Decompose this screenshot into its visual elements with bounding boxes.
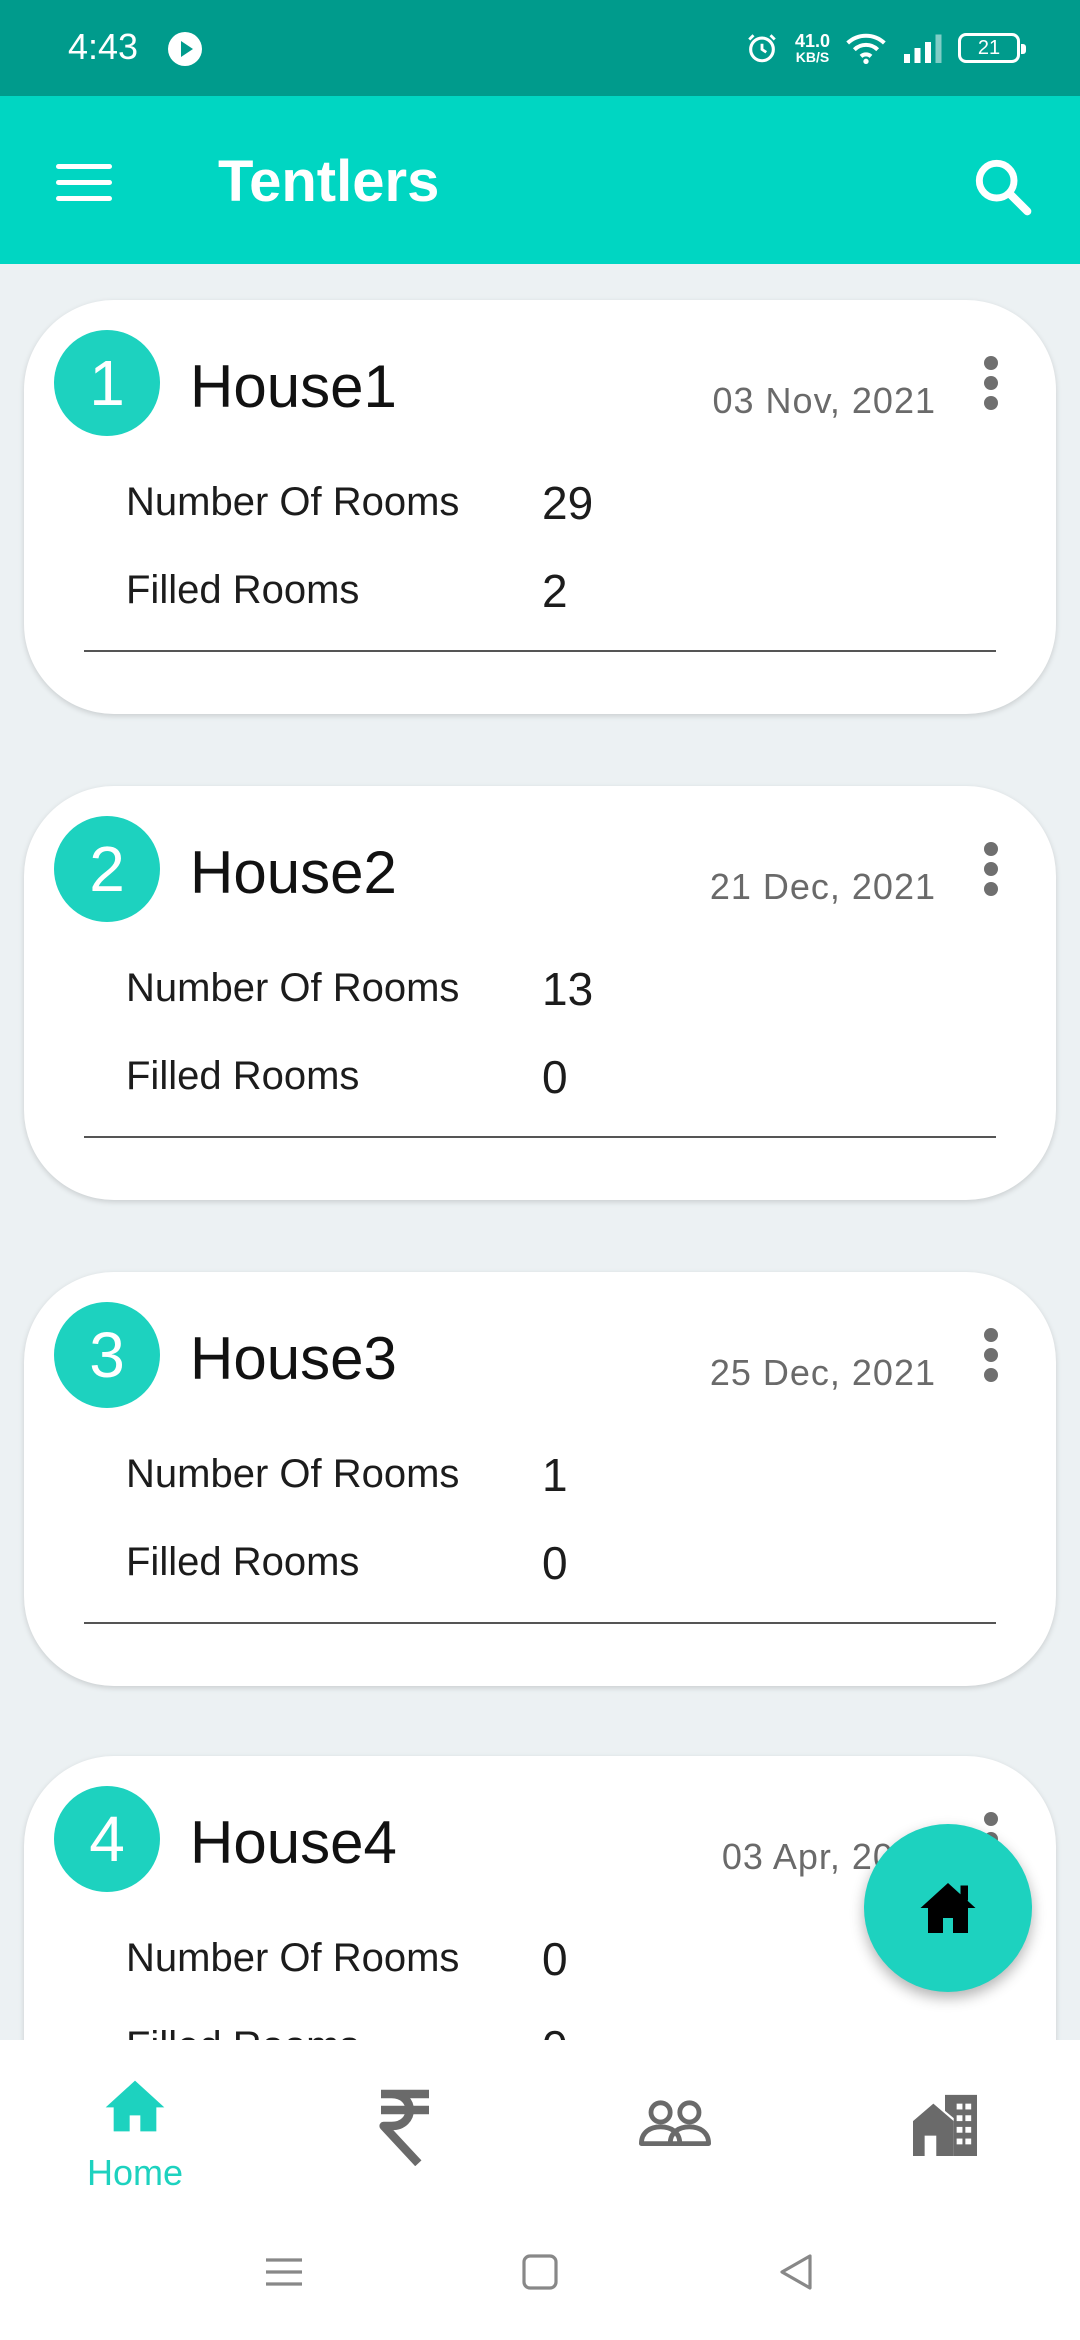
house-index-badge: 3	[54, 1302, 160, 1408]
rooms-value: 0	[542, 1933, 568, 1985]
nav-item-tenants[interactable]	[540, 2040, 810, 2216]
network-speed-unit: KB/S	[795, 49, 830, 65]
status-indicators: 41.0 KB/S 21	[745, 24, 1026, 72]
alarm-icon	[748, 34, 776, 63]
menu-icon[interactable]	[56, 164, 112, 201]
rooms-value: 1	[542, 1449, 568, 1501]
wifi-icon	[846, 33, 886, 64]
house-date: 03 Nov, 2021	[712, 380, 936, 421]
media-playing-icon	[168, 32, 202, 66]
more-options-icon[interactable]	[984, 842, 998, 896]
rooms-label: Number Of Rooms	[126, 966, 460, 1010]
rooms-label: Number Of Rooms	[126, 1452, 460, 1496]
card-divider	[84, 1622, 996, 1624]
system-navigation-bar	[0, 2216, 1080, 2340]
bottom-navigation: Home	[0, 2040, 1080, 2216]
add-house-fab[interactable]	[864, 1824, 1032, 1992]
more-options-icon[interactable]	[984, 1328, 998, 1382]
more-options-icon[interactable]	[984, 356, 998, 410]
house-index-badge: 2	[54, 816, 160, 922]
house-card[interactable]: 1 House1 03 Nov, 2021 Number Of Rooms 29…	[24, 300, 1056, 714]
home-icon	[105, 2080, 165, 2132]
rooms-value: 29	[542, 477, 594, 529]
filled-rooms-value: 0	[542, 1537, 568, 1589]
card-divider	[84, 1136, 996, 1138]
house-name: House2	[190, 839, 397, 906]
filled-rooms-label: Filled Rooms	[126, 1054, 360, 1098]
nav-label-home: Home	[86, 2152, 184, 2193]
buildings-icon	[913, 2094, 977, 2156]
back-icon[interactable]	[776, 2252, 816, 2292]
status-time: 4:43	[68, 26, 139, 67]
nav-item-properties[interactable]	[810, 2040, 1080, 2216]
app-title: Tentlers	[218, 149, 440, 214]
status-bar: 4:43 41.0 KB/S 21	[0, 0, 1080, 96]
house-name: House1	[190, 353, 397, 420]
search-icon[interactable]	[970, 154, 1034, 218]
rupee-icon	[379, 2089, 429, 2166]
card-divider	[84, 650, 996, 652]
filled-rooms-label: Filled Rooms	[126, 1540, 360, 1584]
house-list[interactable]: 1 House1 03 Nov, 2021 Number Of Rooms 29…	[0, 264, 1080, 2040]
house-date: 25 Dec, 2021	[709, 1352, 936, 1393]
people-icon	[639, 2100, 711, 2146]
filled-rooms-label: Filled Rooms	[126, 568, 360, 612]
filled-rooms-value: 0	[542, 1051, 568, 1103]
rooms-value: 13	[542, 963, 594, 1015]
rooms-label: Number Of Rooms	[126, 480, 460, 524]
nav-item-home[interactable]: Home	[0, 2040, 270, 2216]
house-index-badge: 4	[54, 1786, 160, 1892]
recent-apps-icon[interactable]	[264, 2252, 304, 2292]
house-card[interactable]: 3 House3 25 Dec, 2021 Number Of Rooms 1 …	[24, 1272, 1056, 1686]
nav-item-payments[interactable]	[270, 2040, 540, 2216]
filled-rooms-value: 2	[542, 565, 568, 617]
signal-icon	[904, 34, 942, 63]
house-name: House3	[190, 1325, 397, 1392]
home-button-icon[interactable]	[520, 2252, 560, 2292]
house-index-badge: 1	[54, 330, 160, 436]
network-speed-value: 41.0	[794, 31, 830, 51]
network-speed: 41.0 KB/S	[795, 32, 830, 64]
filled-rooms-label: Filled Rooms	[126, 2024, 359, 2040]
rooms-label: Number Of Rooms	[126, 1936, 460, 1980]
app-bar: Tentlers	[0, 96, 1080, 264]
home-icon	[920, 1883, 976, 1933]
house-name: House4	[190, 1809, 397, 1876]
battery-icon: 21	[958, 33, 1026, 63]
house-card[interactable]: 2 House2 21 Dec, 2021 Number Of Rooms 13…	[24, 786, 1056, 1200]
filled-rooms-value: 0	[542, 2020, 568, 2040]
house-date: 21 Dec, 2021	[709, 866, 936, 907]
